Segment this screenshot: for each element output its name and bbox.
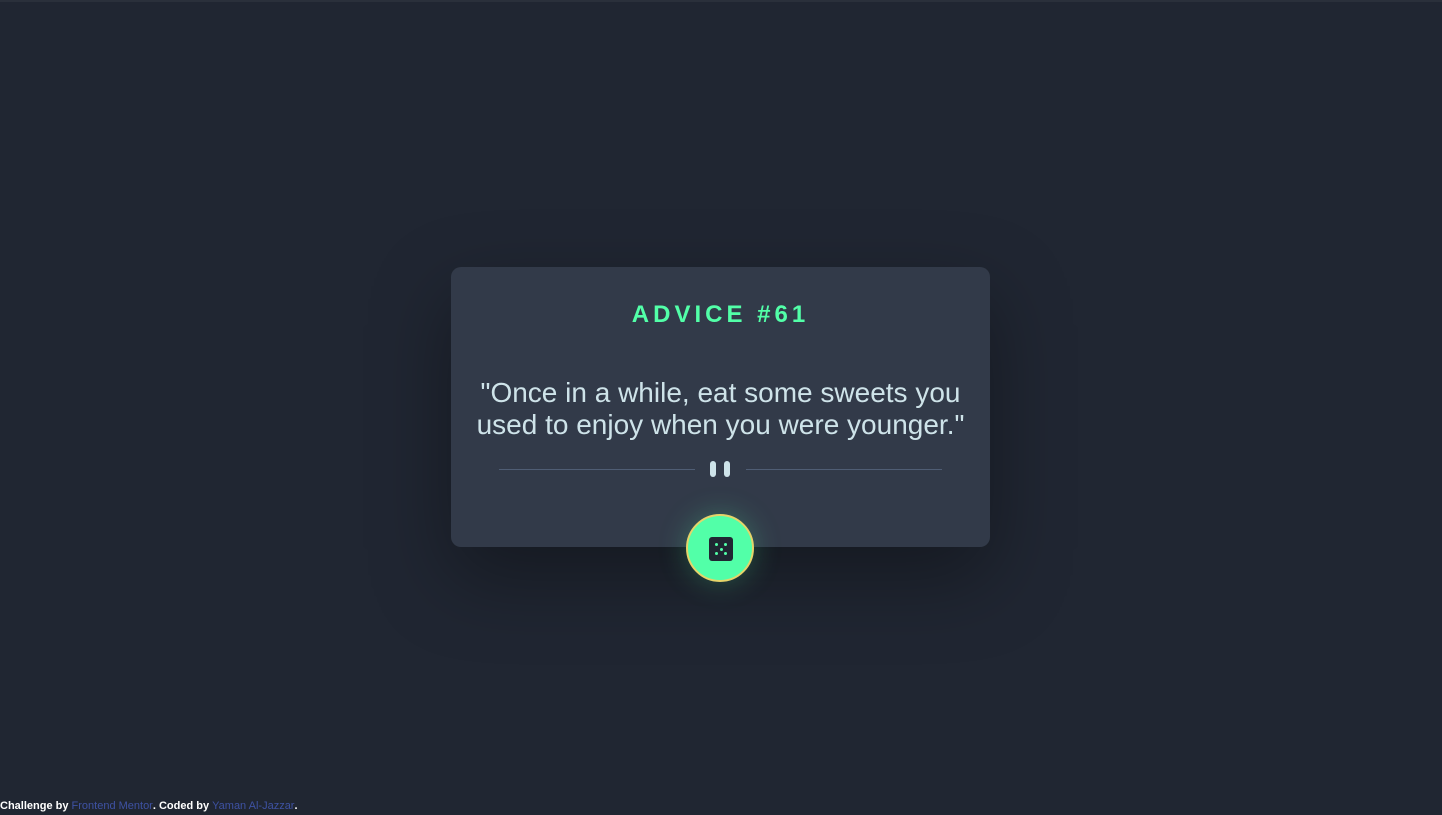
frontend-mentor-link[interactable]: Frontend Mentor [72,800,153,812]
pause-icon [710,461,732,477]
divider [499,460,942,478]
top-border-line [0,0,1442,2]
divider-line-right [746,469,942,470]
attribution-footer: Challenge by Frontend Mentor. Coded by Y… [0,799,298,813]
dice-icon [709,537,733,561]
advice-title: ADVICE #61 [631,301,810,328]
advice-quote: "Once in a while, eat some sweets you us… [476,377,965,440]
footer-suffix: . [294,800,298,812]
new-advice-button[interactable] [686,514,754,582]
footer-prefix: Challenge by [0,800,72,812]
divider-line-left [499,469,695,470]
advice-card: ADVICE #61 "Once in a while, eat some sw… [451,267,990,547]
footer-middle: . Coded by [152,800,213,812]
author-link[interactable]: Yaman Al-Jazzar [212,800,294,812]
